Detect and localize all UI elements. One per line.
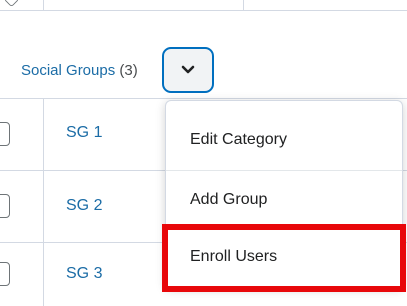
category-actions-button[interactable] (162, 47, 214, 93)
column-divider (43, 243, 44, 306)
menu-item-label: Add Group (190, 190, 268, 208)
column-divider (43, 171, 44, 242)
column-divider (43, 0, 44, 10)
table-row-header-partial (0, 0, 407, 11)
row-checkbox[interactable] (0, 122, 10, 146)
category-name[interactable]: Social Groups (21, 62, 115, 79)
menu-item-enroll-users[interactable]: Enroll Users (166, 229, 402, 285)
chevron-down-icon (181, 65, 195, 74)
group-link[interactable]: SG 3 (66, 265, 102, 283)
menu-item-label: Enroll Users (190, 248, 278, 265)
row-checkbox[interactable] (0, 194, 10, 218)
menu-item-label: Edit Category (190, 130, 287, 148)
category-row: Social Groups (3) (0, 11, 407, 99)
category-count: (3) (119, 62, 138, 79)
category-title[interactable]: Social Groups (3) (21, 62, 138, 80)
group-link[interactable]: SG 2 (66, 197, 102, 215)
chevron-icon (3, 0, 20, 8)
row-checkbox[interactable] (0, 262, 10, 286)
category-dropdown-menu: Edit Category Add Group Enroll Users (165, 100, 403, 288)
menu-item-edit-category[interactable]: Edit Category (166, 109, 402, 171)
column-divider (43, 99, 44, 170)
group-link[interactable]: SG 1 (66, 124, 102, 142)
menu-item-add-group[interactable]: Add Group (166, 171, 402, 229)
column-divider (243, 0, 244, 10)
